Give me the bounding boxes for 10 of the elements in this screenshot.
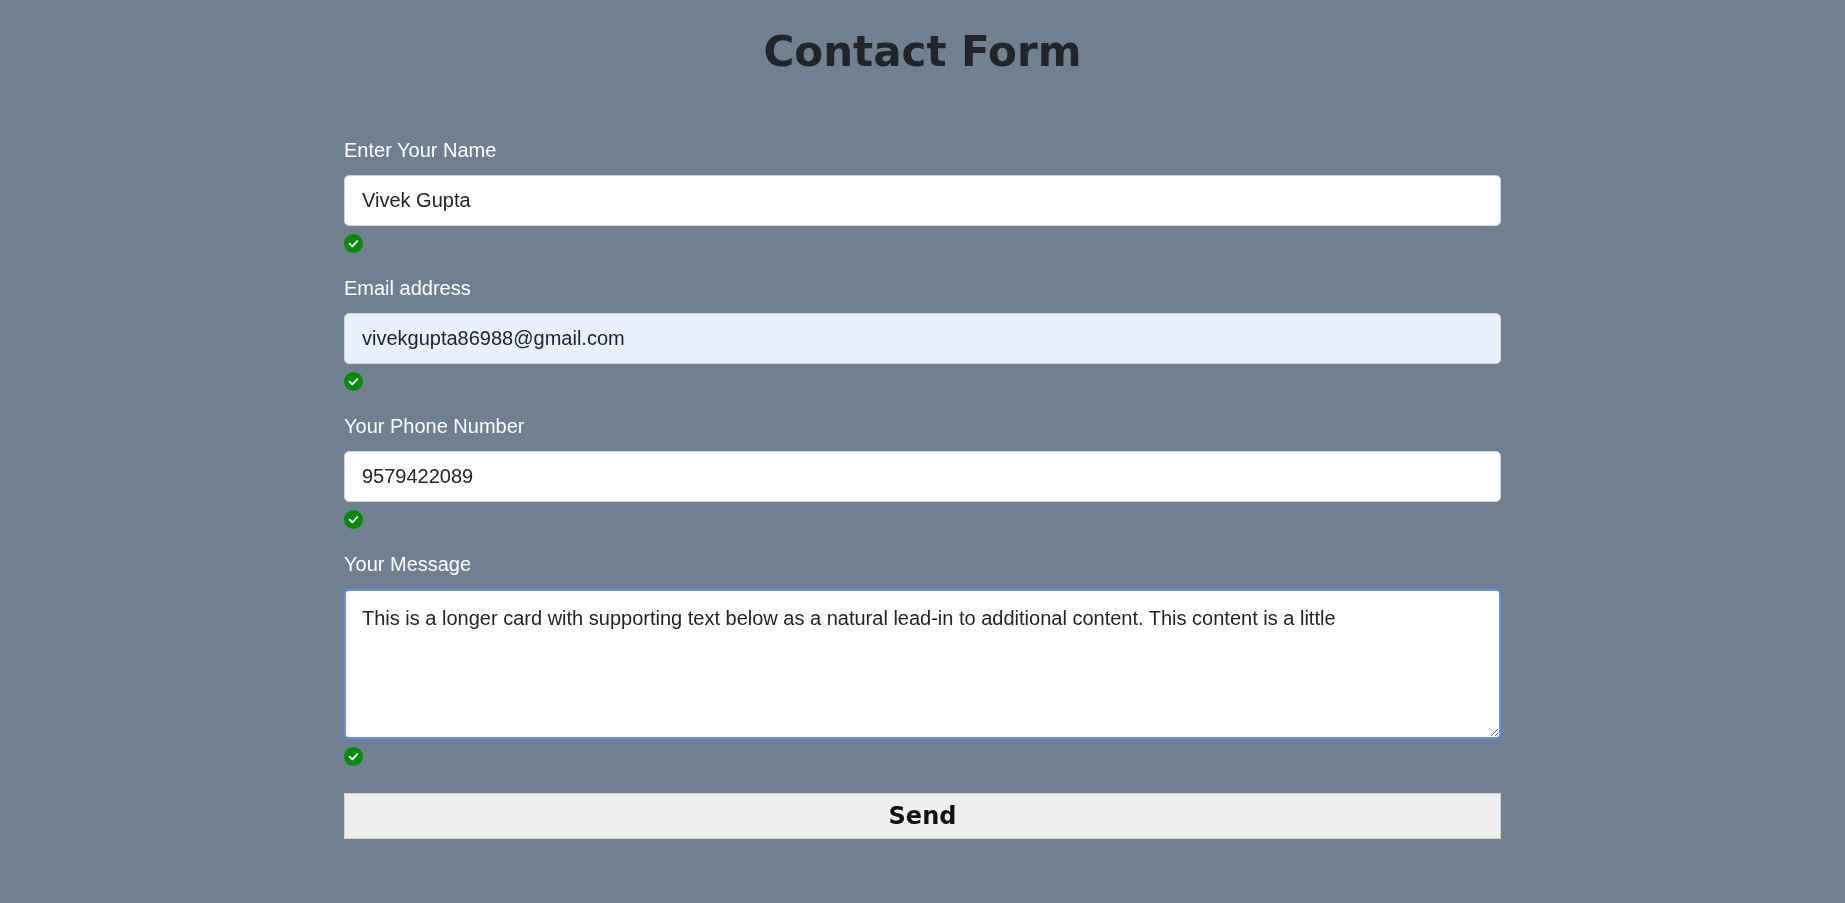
field-label: Your Message [344, 552, 472, 576]
field-label: Your Phone Number [344, 414, 525, 438]
send-button[interactable]: Send [344, 793, 1501, 839]
page-title: Contact Form [762, 26, 1083, 78]
input-field[interactable]: vivekgupta86988@gmail.com [344, 313, 1501, 364]
field-label: Enter Your Name [344, 138, 497, 162]
message-field[interactable]: This is a longer card with supporting text below as a natural lead-in to additional content. This content is a little [344, 589, 1501, 739]
field-label: Email address [344, 276, 471, 300]
input-field[interactable]: 9579422089 [344, 451, 1501, 502]
input-field[interactable]: Vivek Gupta [344, 175, 1501, 226]
